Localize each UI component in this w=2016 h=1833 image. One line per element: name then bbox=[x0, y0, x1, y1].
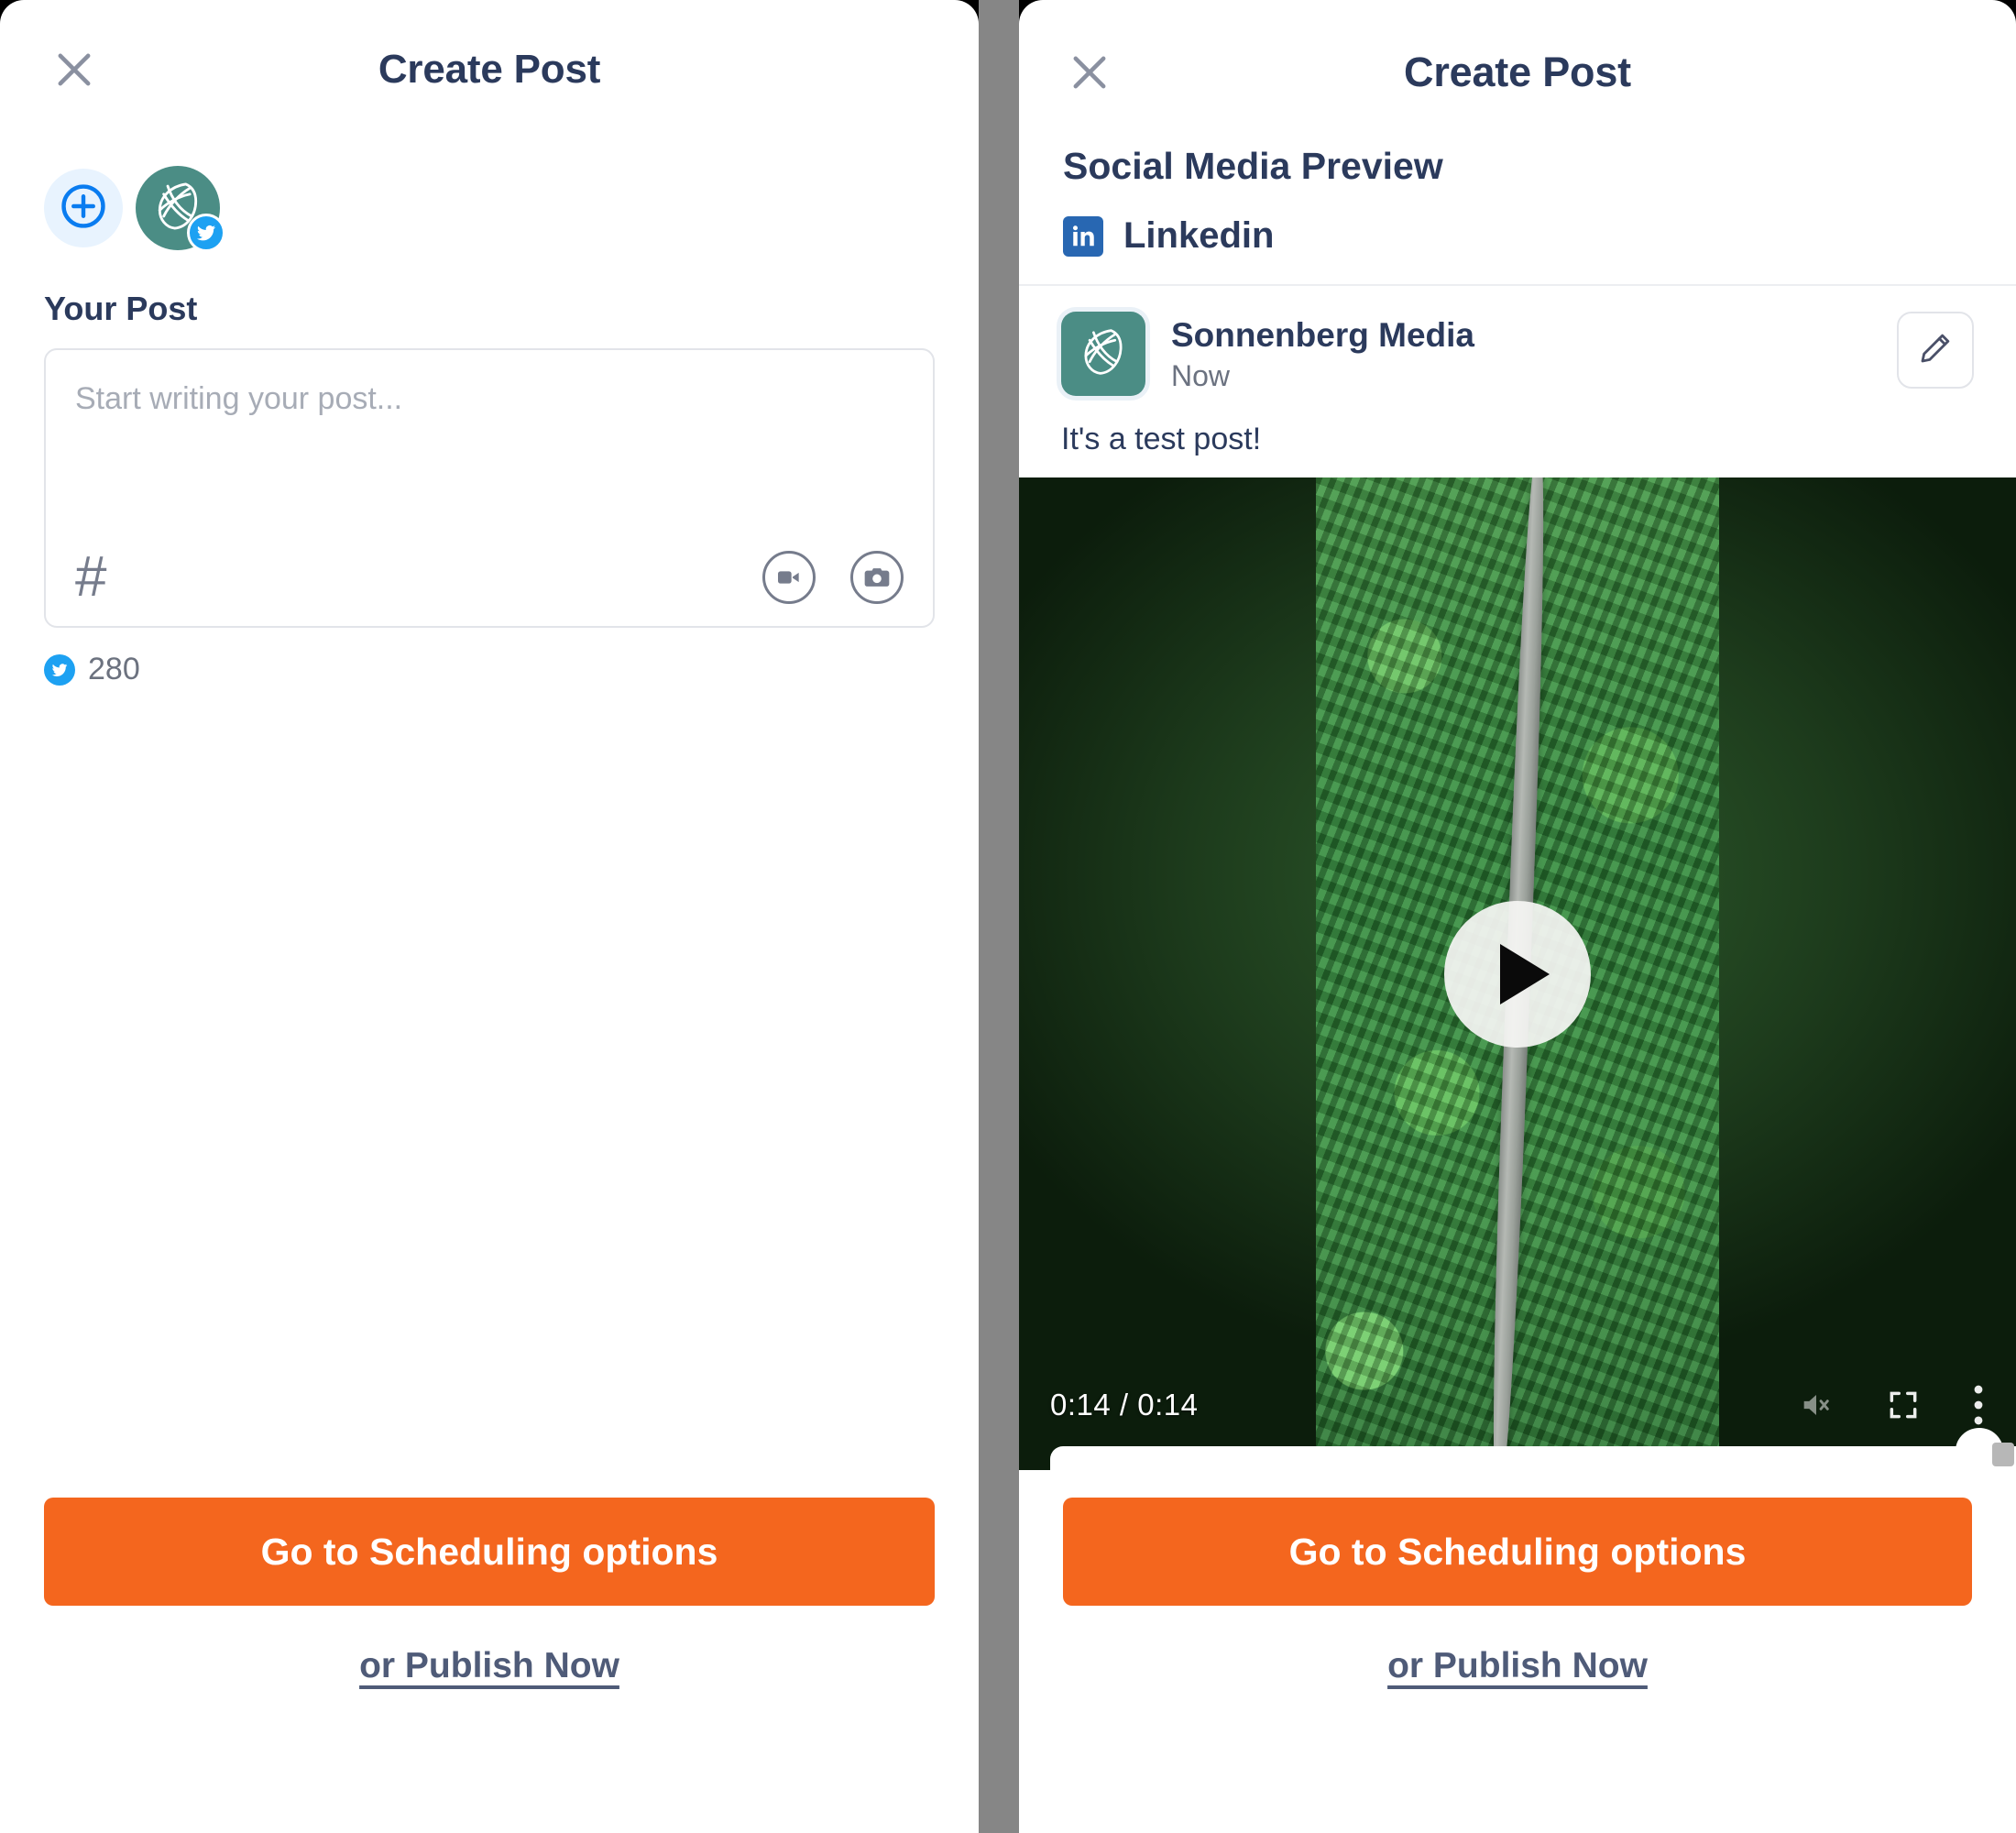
create-post-panel-right: Create Post Social Media Preview Linkedi… bbox=[1019, 0, 2016, 1833]
avatar bbox=[1061, 312, 1145, 396]
twitter-bird-icon bbox=[44, 653, 75, 686]
go-to-scheduling-options-button[interactable]: Go to Scheduling options bbox=[44, 1498, 935, 1606]
publish-now-link[interactable]: or Publish Now bbox=[44, 1646, 935, 1686]
fullscreen-icon[interactable] bbox=[1886, 1388, 1921, 1422]
left-panel-header: Create Post bbox=[0, 0, 979, 139]
preview-post-meta: Sonnenberg Media Now bbox=[1171, 312, 1871, 393]
right-panel-footer: Go to Scheduling options or Publish Now bbox=[1019, 1470, 2016, 1833]
twitter-bird-icon bbox=[187, 214, 225, 252]
preview-scroll-overlay bbox=[1050, 1428, 2016, 1470]
close-icon[interactable] bbox=[1063, 46, 1116, 99]
play-triangle bbox=[1500, 943, 1550, 1004]
composer-placeholder: Start writing your post... bbox=[75, 381, 403, 416]
preview-post-header: Sonnenberg Media Now bbox=[1061, 312, 1974, 396]
post-body-text: It's a test post! bbox=[1061, 422, 1262, 456]
page-title: Create Post bbox=[378, 47, 601, 92]
linkedin-icon bbox=[1063, 215, 1103, 257]
screenshot-root: Create Post Your Post Start writing your… bbox=[0, 0, 2016, 1833]
play-icon[interactable] bbox=[1444, 900, 1591, 1048]
hashtag-icon[interactable]: # bbox=[75, 549, 106, 606]
post-composer[interactable]: Start writing your post... # bbox=[44, 348, 935, 628]
left-panel-footer: Go to Scheduling options or Publish Now bbox=[0, 1498, 979, 1833]
post-author-name: Sonnenberg Media bbox=[1171, 316, 1474, 354]
video-right-controls bbox=[1798, 1385, 1985, 1425]
plus-circle-icon bbox=[58, 181, 109, 236]
composer-media-buttons bbox=[762, 551, 904, 604]
character-count-value: 280 bbox=[88, 652, 140, 686]
camera-icon[interactable] bbox=[850, 551, 904, 604]
edit-post-button[interactable] bbox=[1897, 312, 1974, 389]
scrollbar-thumb[interactable] bbox=[1956, 1428, 2014, 1470]
close-icon[interactable] bbox=[48, 43, 101, 96]
right-panel-body: Social Media Preview Linkedin Sonnenberg… bbox=[1019, 145, 2016, 1470]
account-selector-row bbox=[44, 158, 935, 258]
post-timestamp: Now bbox=[1171, 359, 1231, 393]
video-control-bar: 0:14 / 0:14 bbox=[1019, 1371, 2016, 1439]
your-post-label: Your Post bbox=[44, 290, 198, 327]
panel-divider bbox=[979, 0, 1019, 1833]
right-panel-header: Create Post bbox=[1019, 0, 2016, 145]
video-camera-icon[interactable] bbox=[762, 551, 816, 604]
left-panel-body: Your Post Start writing your post... # 2… bbox=[0, 139, 979, 1498]
page-title: Create Post bbox=[1404, 49, 1631, 95]
publish-now-link[interactable]: or Publish Now bbox=[1063, 1646, 1972, 1686]
composer-toolbar: # bbox=[75, 549, 904, 606]
preview-network-label: Linkedin bbox=[1123, 215, 1275, 256]
add-account-button[interactable] bbox=[44, 169, 123, 247]
video-time-display: 0:14 / 0:14 bbox=[1050, 1388, 1199, 1421]
character-counter: 280 bbox=[44, 652, 935, 687]
account-avatar-twitter[interactable] bbox=[136, 166, 225, 252]
pencil-icon bbox=[1917, 330, 1954, 371]
preview-network-row: Linkedin bbox=[1019, 215, 2016, 286]
sonnenberg-leaf-logo-icon bbox=[1072, 321, 1134, 388]
go-to-scheduling-options-button[interactable]: Go to Scheduling options bbox=[1063, 1498, 1972, 1606]
create-post-panel-left: Create Post Your Post Start writing your… bbox=[0, 0, 979, 1833]
preview-post-card: Sonnenberg Media Now It's a test post! bbox=[1019, 286, 2016, 477]
volume-mute-icon[interactable] bbox=[1798, 1387, 1835, 1423]
post-video-player[interactable]: 0:14 / 0:14 bbox=[1019, 477, 2016, 1470]
kebab-menu-icon[interactable] bbox=[1972, 1385, 1985, 1425]
social-media-preview-heading: Social Media Preview bbox=[1063, 145, 1443, 187]
